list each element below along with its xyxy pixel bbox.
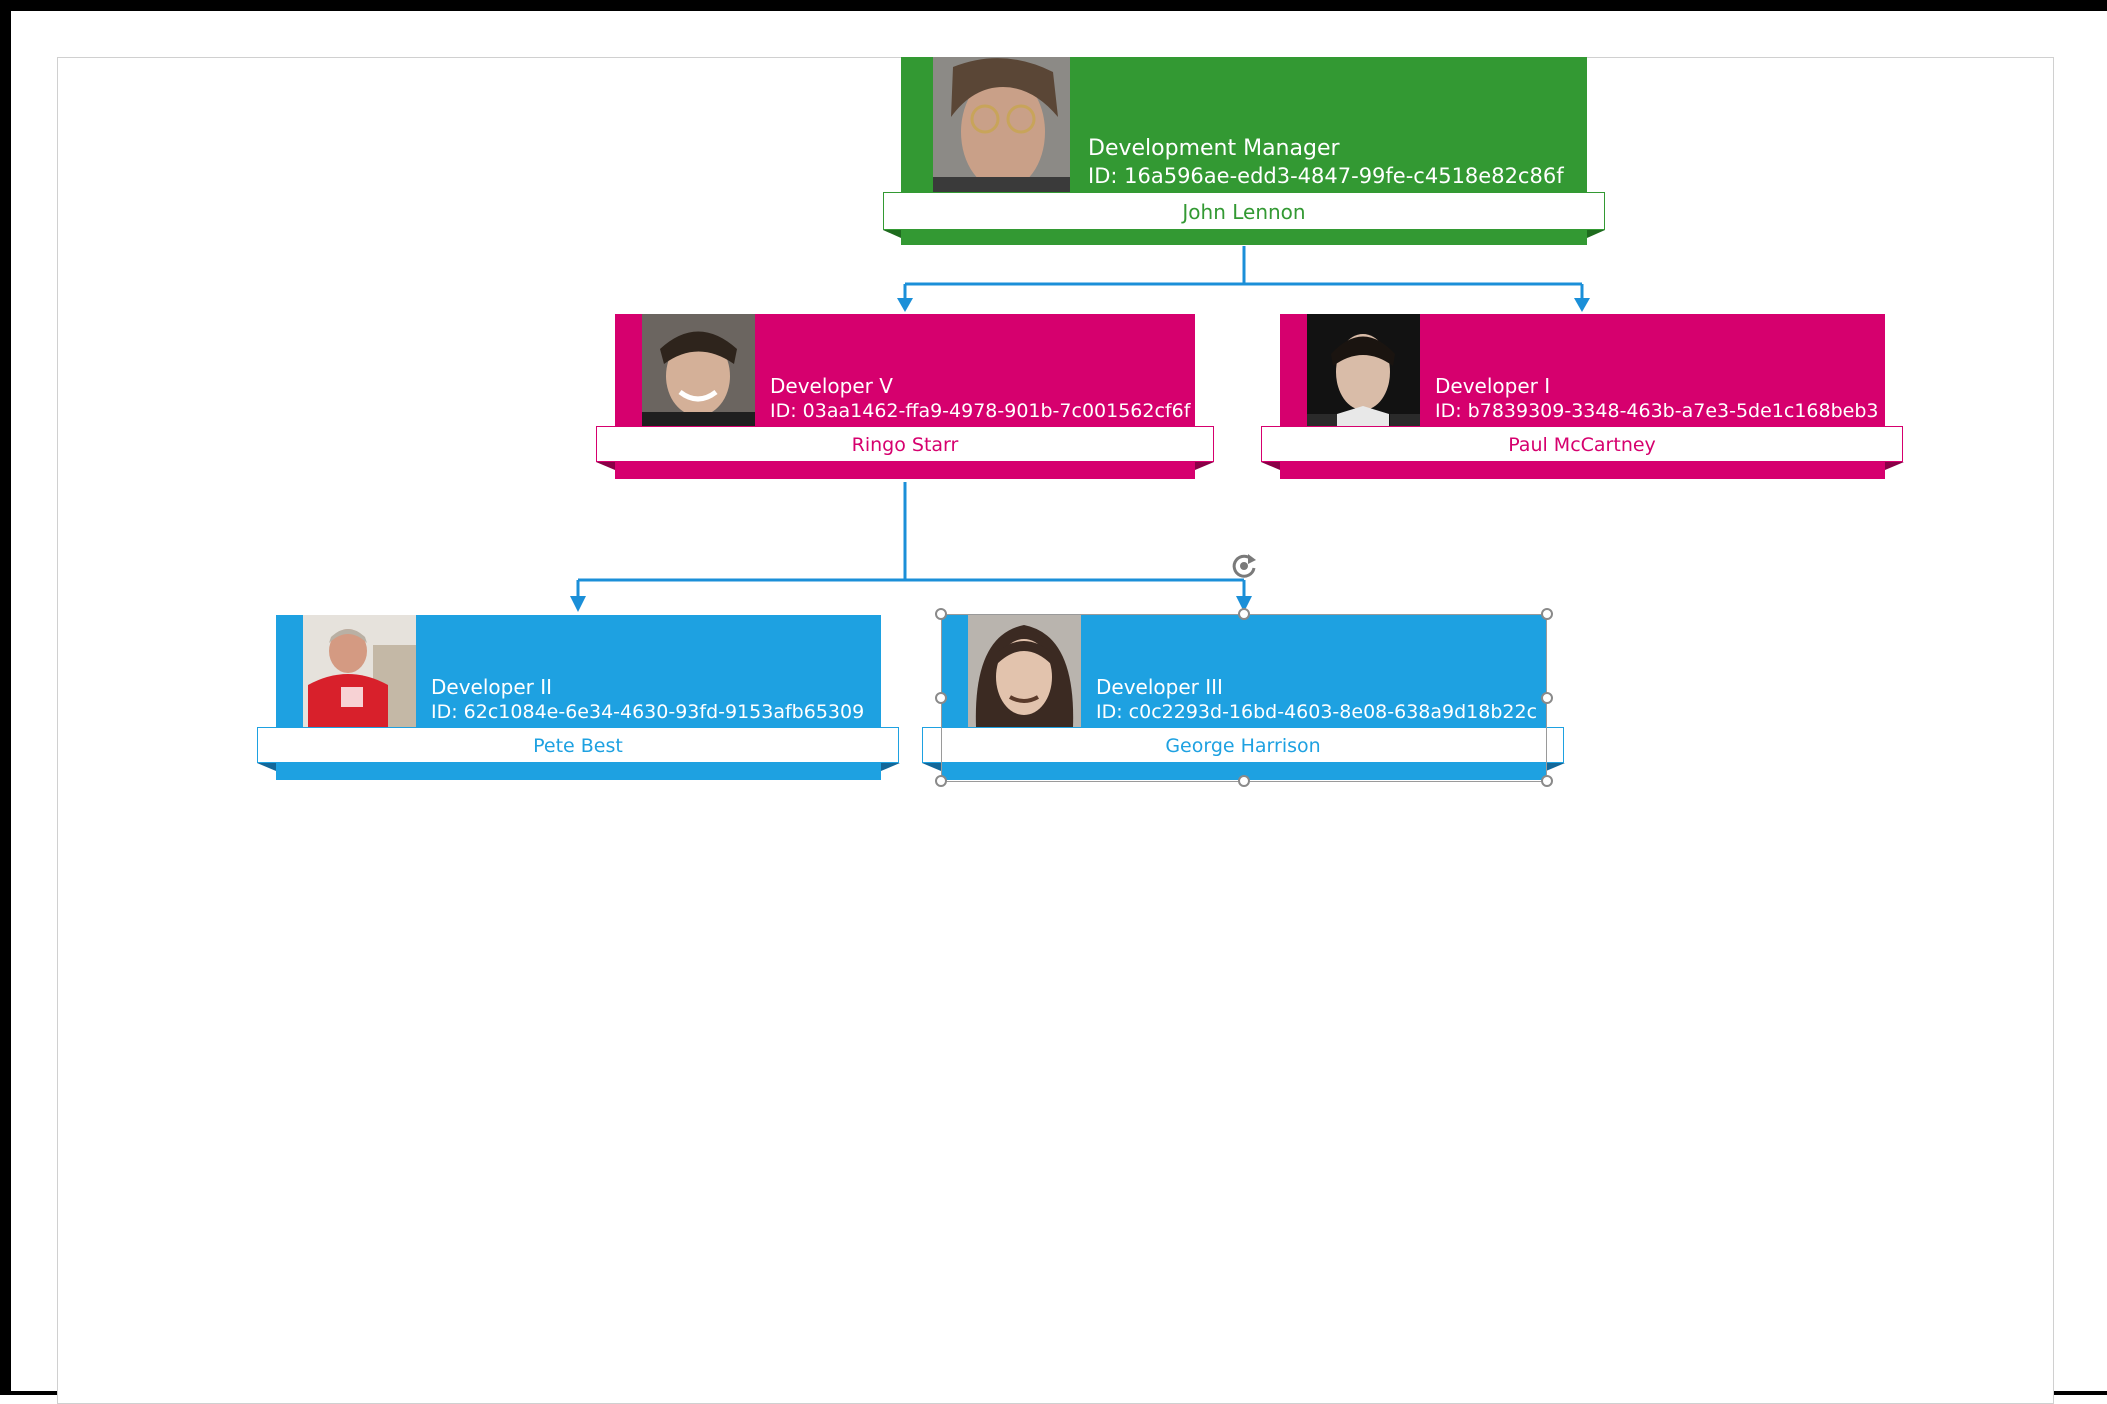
node-name-ribbon: Ringo Starr — [596, 426, 1214, 462]
resize-handle-right[interactable] — [1541, 692, 1553, 704]
ribbon-fold-right — [1885, 462, 1904, 470]
node-id: ID: 62c1084e-6e34-4630-93fd-9153afb65309 — [431, 701, 865, 723]
ribbon-fold-left — [883, 230, 901, 238]
avatar — [642, 314, 755, 426]
avatar — [933, 57, 1070, 192]
avatar — [1307, 314, 1420, 426]
resize-handle-top[interactable] — [1238, 608, 1250, 620]
node-role: Developer II — [431, 675, 553, 699]
connector-ringo-to-children — [576, 482, 1246, 598]
resize-handle-bottom-left[interactable] — [935, 775, 947, 787]
connector-john-to-children — [903, 246, 1584, 300]
org-node-paul-mccartney[interactable]: Developer I ID: b7839309-3348-463b-a7e3-… — [1261, 314, 1905, 480]
node-role: Development Manager — [1088, 136, 1340, 161]
node-id: ID: 16a596ae-edd3-4847-99fe-c4518e82c86f — [1088, 164, 1564, 188]
node-role: Developer I — [1435, 374, 1551, 398]
ribbon-fold-left — [1261, 462, 1280, 470]
arrowhead-pete — [570, 596, 586, 612]
node-name-ribbon: Paul McCartney — [1261, 426, 1903, 462]
arrowhead-ringo — [897, 298, 913, 312]
ribbon-fold-right — [1587, 230, 1605, 238]
resize-handle-left[interactable] — [935, 692, 947, 704]
org-node-john-lennon[interactable]: Development Manager ID: 16a596ae-edd3-48… — [883, 57, 1607, 247]
selection-outline — [941, 614, 1547, 782]
org-node-ringo-starr[interactable]: Developer V ID: 03aa1462-ffa9-4978-901b-… — [596, 314, 1216, 480]
avatar — [303, 615, 416, 727]
ribbon-fold-left — [596, 462, 615, 470]
resize-handle-bottom-right[interactable] — [1541, 775, 1553, 787]
ribbon-fold-right — [881, 763, 900, 771]
ribbon-fold-right — [1195, 462, 1214, 470]
rotate-handle-icon[interactable] — [1228, 550, 1260, 582]
node-name-ribbon: John Lennon — [883, 192, 1605, 230]
resize-handle-top-right[interactable] — [1541, 608, 1553, 620]
resize-handle-bottom[interactable] — [1238, 775, 1250, 787]
org-node-pete-best[interactable]: Developer II ID: 62c1084e-6e34-4630-93fd… — [257, 615, 901, 781]
node-id: ID: 03aa1462-ffa9-4978-901b-7c001562cf6f — [770, 400, 1191, 422]
arrowhead-paul — [1574, 298, 1590, 312]
ribbon-fold-left — [257, 763, 276, 771]
ribbon-fold-right — [1546, 763, 1565, 771]
node-id: ID: b7839309-3348-463b-a7e3-5de1c168beb3 — [1435, 400, 1879, 422]
node-name-ribbon: Pete Best — [257, 727, 899, 763]
resize-handle-top-left[interactable] — [935, 608, 947, 620]
node-role: Developer V — [770, 374, 893, 398]
ribbon-fold-left — [922, 763, 941, 771]
